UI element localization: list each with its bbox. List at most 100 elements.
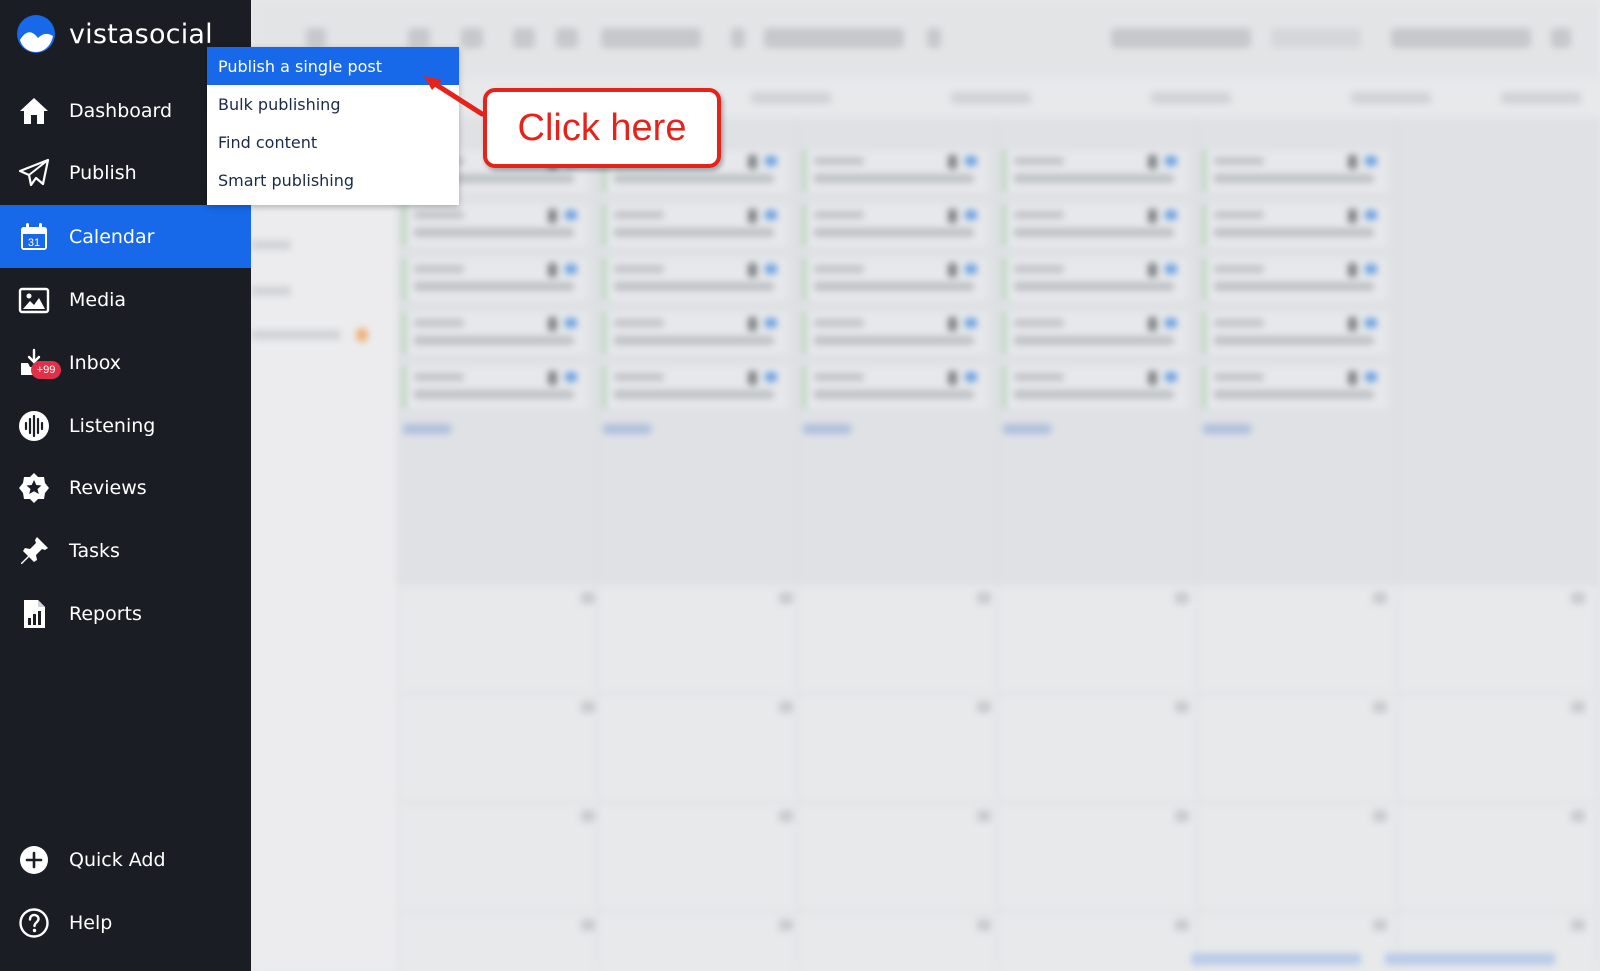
calendar-day-number — [1373, 592, 1387, 604]
sidebar-item-tasks[interactable]: Tasks — [0, 519, 251, 582]
calendar-column-divider — [597, 118, 598, 971]
calendar-day-number — [779, 592, 793, 604]
calendar-post-card — [403, 204, 587, 246]
paper-plane-icon — [17, 156, 51, 190]
calendar-post-card — [1003, 258, 1187, 300]
sidebar-item-reviews[interactable]: Reviews — [0, 456, 251, 519]
sidebar-item-label: Listening — [69, 414, 156, 437]
sidebar-item-label: Calendar — [69, 225, 155, 248]
annotation-text: Click here — [517, 106, 687, 149]
more-posts-link — [603, 424, 651, 434]
annotation-arrow-icon — [424, 76, 485, 117]
sidebar-item-label: Media — [69, 288, 127, 311]
calendar-day-number — [581, 810, 595, 822]
sidebar-item-label: Dashboard — [69, 99, 173, 122]
calendar-day-number — [977, 919, 991, 931]
more-posts-link — [1203, 424, 1251, 434]
calendar-day-number — [1175, 919, 1189, 931]
calendar-post-card — [1203, 258, 1387, 300]
weekday-header — [951, 92, 1031, 104]
sidebar-item-media[interactable]: Media — [0, 268, 251, 331]
calendar-column-divider — [997, 118, 998, 971]
brand-name: vistasocial — [69, 18, 213, 50]
weekday-header — [751, 92, 831, 104]
inbox-badge: +99 — [31, 361, 61, 379]
calendar-day-number — [1373, 810, 1387, 822]
calendar-column-divider — [1397, 118, 1398, 971]
question-circle-icon — [17, 906, 51, 940]
calendar-day-number — [779, 810, 793, 822]
weekday-header — [1351, 92, 1431, 104]
sidebar-item-inbox[interactable]: +99 Inbox — [0, 331, 251, 394]
star-badge-icon — [17, 471, 51, 505]
calendar-column-divider — [797, 118, 798, 971]
calendar-day-number — [1175, 810, 1189, 822]
sidebar-item-quick-add[interactable]: Quick Add — [0, 828, 251, 891]
home-icon — [17, 94, 51, 128]
report-document-icon — [17, 597, 51, 631]
calendar-day-number — [977, 701, 991, 713]
calendar-day-number — [1373, 701, 1387, 713]
calendar-post-card — [603, 204, 787, 246]
menu-item-smart-publishing[interactable]: Smart publishing — [207, 161, 459, 199]
calendar-day-number — [1571, 701, 1585, 713]
soundwave-icon — [17, 409, 51, 443]
calendar-post-card — [603, 366, 787, 408]
brand[interactable]: vistasocial — [16, 14, 213, 54]
calendar-post-card — [1003, 150, 1187, 192]
sidebar-item-label: Quick Add — [69, 848, 166, 871]
calendar-icon-text: 31 — [28, 237, 40, 249]
calendar-event-bar — [1385, 953, 1555, 965]
pushpin-icon — [17, 534, 51, 568]
menu-item-find-content[interactable]: Find content — [207, 123, 459, 161]
calendar-post-card — [603, 312, 787, 354]
calendar-day-number — [1175, 701, 1189, 713]
calendar-post-card — [1203, 204, 1387, 246]
calendar-post-card — [803, 312, 987, 354]
sidebar-item-label: Reports — [69, 602, 142, 625]
calendar-post-card — [1003, 312, 1187, 354]
more-posts-link — [803, 424, 851, 434]
sidebar-item-label: Help — [69, 911, 113, 934]
sidebar-item-label: Tasks — [69, 539, 120, 562]
sidebar-item-label: Inbox — [69, 351, 121, 374]
calendar-icon: 31 — [17, 220, 51, 254]
calendar-day-number — [1373, 919, 1387, 931]
calendar-day-number — [581, 919, 595, 931]
weekday-header — [1151, 92, 1231, 104]
calendar-day-number — [1571, 592, 1585, 604]
vistasocial-logo-icon — [17, 15, 55, 53]
sidebar-item-listening[interactable]: Listening — [0, 394, 251, 457]
calendar-post-card — [803, 258, 987, 300]
calendar-column-divider — [397, 118, 398, 971]
calendar-day-number — [581, 592, 595, 604]
calendar-day-number — [977, 592, 991, 604]
calendar-post-card — [1203, 150, 1387, 192]
calendar-post-card — [603, 258, 787, 300]
calendar-day-number — [779, 701, 793, 713]
more-posts-link — [1003, 424, 1051, 434]
calendar-post-card — [1003, 366, 1187, 408]
calendar-post-card — [803, 150, 987, 192]
calendar-day-number — [581, 701, 595, 713]
plus-circle-icon — [17, 843, 51, 877]
calendar-post-card — [803, 204, 987, 246]
calendar-post-card — [1203, 366, 1387, 408]
calendar-post-card — [1203, 312, 1387, 354]
calendar-row-divider — [397, 802, 1600, 803]
image-icon — [17, 283, 51, 317]
sidebar-item-label: Publish — [69, 161, 137, 184]
calendar-row-divider — [397, 911, 1600, 912]
sidebar-item-calendar[interactable]: 31 Calendar — [0, 205, 251, 268]
calendar-day-number — [779, 919, 793, 931]
calendar-day-number — [1175, 592, 1189, 604]
sidebar-item-help[interactable]: Help — [0, 891, 251, 954]
calendar-day-number — [1571, 919, 1585, 931]
calendar-row-divider — [397, 693, 1600, 694]
calendar-event-bar — [1191, 953, 1361, 965]
calendar-day-number — [1571, 810, 1585, 822]
sidebar-item-reports[interactable]: Reports — [0, 582, 251, 645]
sidebar-item-label: Reviews — [69, 476, 147, 499]
calendar-post-card — [403, 312, 587, 354]
calendar-left-panel — [251, 78, 397, 971]
